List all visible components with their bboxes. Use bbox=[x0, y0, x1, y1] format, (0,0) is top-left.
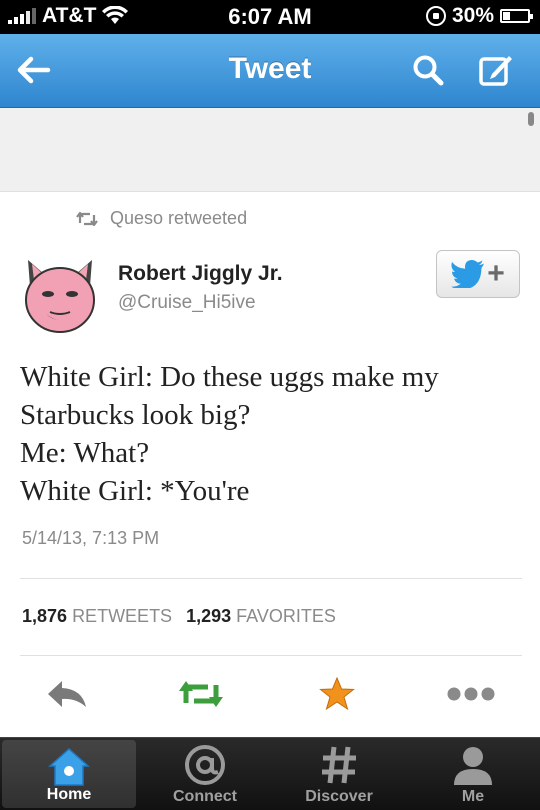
retweet-small-icon bbox=[76, 211, 98, 226]
tweet-text: White Girl: Do these uggs make my Starbu… bbox=[20, 358, 520, 510]
divider bbox=[20, 655, 522, 656]
retweeted-by-text: Queso retweeted bbox=[110, 208, 248, 228]
avatar[interactable] bbox=[22, 256, 98, 336]
battery-percent: 30% bbox=[451, 4, 494, 27]
tab-me-label: Me bbox=[461, 788, 485, 805]
tab-connect[interactable]: Connect bbox=[138, 738, 272, 810]
tweet-actions bbox=[0, 668, 540, 718]
tweet-text-line: Starbucks look big? bbox=[20, 399, 251, 431]
twitter-bird-icon bbox=[451, 260, 485, 288]
tweet-stats: 1,876 RETWEETS 1,293 FAVORITES bbox=[22, 606, 336, 627]
orientation-lock-icon bbox=[425, 6, 446, 26]
person-icon bbox=[454, 747, 492, 785]
retweeted-by-line[interactable]: Queso retweeted bbox=[76, 208, 247, 229]
tweet-text-line: Me: What? bbox=[20, 437, 150, 469]
more-button[interactable] bbox=[446, 674, 496, 714]
status-bar: AT&T 6:07 AM 30% bbox=[0, 0, 540, 34]
tab-home[interactable]: Home bbox=[2, 740, 136, 808]
favorites-label: FAVORITES bbox=[236, 606, 336, 626]
compose-button[interactable] bbox=[474, 48, 518, 92]
tweet-text-line: White Girl: *You're bbox=[20, 475, 250, 507]
at-sign-icon bbox=[185, 745, 225, 785]
author-name[interactable]: Robert Jiggly Jr. bbox=[118, 262, 283, 286]
tweet-text-line: White Girl: Do these uggs make my bbox=[20, 361, 439, 393]
favorites-count: 1,293 bbox=[186, 606, 232, 626]
divider bbox=[20, 578, 522, 579]
more-icon bbox=[447, 687, 495, 701]
compose-icon bbox=[479, 56, 512, 86]
retweet-button[interactable] bbox=[176, 674, 226, 714]
status-right-group: 30% bbox=[425, 4, 533, 28]
retweets-label: RETWEETS bbox=[72, 606, 173, 626]
favorite-button[interactable] bbox=[312, 674, 362, 714]
reply-button[interactable] bbox=[42, 674, 92, 714]
page-title: Tweet bbox=[228, 52, 312, 85]
tab-connect-label: Connect bbox=[173, 788, 237, 805]
scroll-indicator bbox=[528, 112, 534, 126]
top-gray-area bbox=[0, 108, 540, 192]
retweets-count: 1,876 bbox=[22, 606, 68, 626]
search-icon bbox=[413, 55, 444, 86]
tab-home-label: Home bbox=[46, 786, 92, 803]
tab-discover-label: Discover bbox=[305, 788, 373, 805]
tweet-timestamp: 5/14/13, 7:13 PM bbox=[22, 528, 160, 548]
follow-plus: + bbox=[487, 257, 505, 290]
hashtag-icon bbox=[322, 746, 356, 784]
search-button[interactable] bbox=[406, 48, 450, 92]
retweets-stat[interactable]: 1,876 RETWEETS bbox=[22, 606, 172, 627]
retweet-icon bbox=[179, 681, 223, 707]
tab-bar: Home Connect Discover Me bbox=[0, 737, 540, 810]
battery-fill bbox=[503, 12, 510, 20]
favorites-stat[interactable]: 1,293 FAVORITES bbox=[186, 606, 336, 627]
reply-icon bbox=[48, 681, 86, 707]
tab-discover[interactable]: Discover bbox=[272, 738, 406, 810]
favorite-star-icon bbox=[319, 677, 355, 711]
home-icon bbox=[48, 747, 90, 786]
follow-button[interactable]: + bbox=[436, 250, 520, 298]
avatar-cat-face-icon bbox=[25, 260, 95, 333]
author-handle[interactable]: @Cruise_Hi5ive bbox=[118, 292, 256, 314]
tab-me[interactable]: Me bbox=[406, 738, 540, 810]
navigation-bar: Tweet bbox=[0, 34, 540, 108]
battery-icon bbox=[500, 9, 533, 23]
